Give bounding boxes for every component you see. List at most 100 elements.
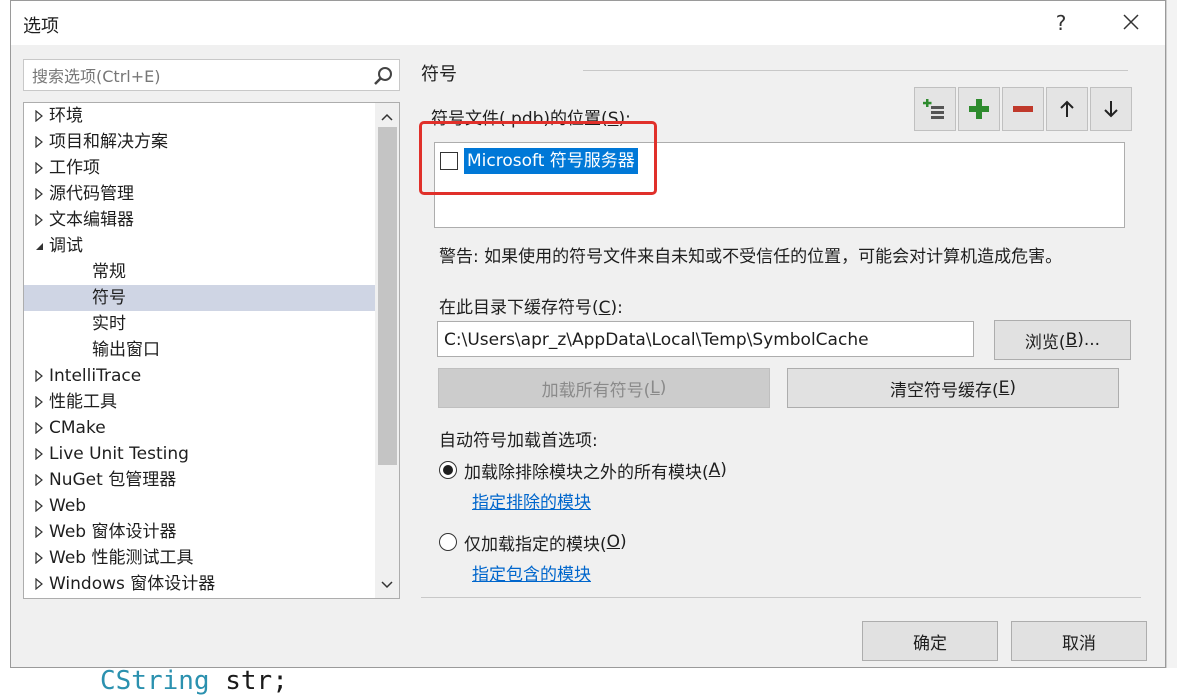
collapsed-arrow-icon[interactable] bbox=[32, 415, 46, 441]
footer-divider bbox=[421, 597, 1141, 598]
collapsed-arrow-icon[interactable] bbox=[32, 181, 46, 207]
scroll-thumb[interactable] bbox=[378, 127, 397, 465]
search-icon[interactable] bbox=[373, 66, 393, 86]
move-down-button[interactable] bbox=[1090, 87, 1132, 131]
search-box[interactable] bbox=[23, 59, 400, 91]
help-button[interactable]: ? bbox=[1041, 7, 1081, 39]
close-icon bbox=[1123, 14, 1139, 30]
section-divider bbox=[583, 70, 1128, 71]
warning-text: 警告: 如果使用的符号文件来自未知或不受信任的位置，可能会对计算机造成危害。 bbox=[439, 247, 1063, 267]
radio-button[interactable] bbox=[439, 461, 457, 479]
plus-icon bbox=[969, 99, 989, 119]
tree-item[interactable]: IntelliTrace bbox=[24, 363, 376, 389]
cancel-button[interactable]: 取消 bbox=[1011, 621, 1147, 661]
cache-directory-input[interactable] bbox=[442, 323, 974, 357]
options-dialog: 选项 ? Windows 窗体设计器 Web 性能测试工具 Web 窗体设计器 Web… bbox=[10, 0, 1166, 668]
collapsed-arrow-icon[interactable] bbox=[32, 363, 46, 389]
remove-button[interactable] bbox=[1002, 87, 1044, 131]
options-tree[interactable]: Windows 窗体设计器 Web 性能测试工具 Web 窗体设计器 Web NuGet… bbox=[23, 102, 400, 599]
tree-item-label: 环境 bbox=[49, 106, 83, 126]
tree-item-label: CMake bbox=[49, 418, 106, 438]
collapsed-arrow-icon[interactable] bbox=[32, 493, 46, 519]
tree-item[interactable]: Web 性能测试工具 bbox=[24, 545, 376, 571]
add-button[interactable] bbox=[958, 87, 1000, 131]
tree-item[interactable]: Web 窗体设计器 bbox=[24, 519, 376, 545]
arrow-down-icon bbox=[1104, 101, 1118, 118]
collapsed-arrow-icon[interactable] bbox=[32, 467, 46, 493]
collapsed-arrow-icon[interactable] bbox=[32, 389, 46, 415]
title-bar: 选项 ? bbox=[11, 1, 1165, 45]
collapsed-arrow-icon[interactable] bbox=[32, 155, 46, 181]
specify-included-modules-link[interactable]: 指定包含的模块 bbox=[472, 560, 591, 585]
close-button[interactable] bbox=[1111, 7, 1151, 39]
collapsed-arrow-icon[interactable] bbox=[32, 207, 46, 233]
tree-item-label: Web bbox=[49, 496, 87, 516]
tree-item[interactable]: 文本编辑器 bbox=[24, 207, 376, 233]
collapsed-arrow-icon[interactable] bbox=[32, 571, 46, 597]
section-title: 符号 bbox=[421, 64, 457, 85]
tree-item-label: NuGet 包管理器 bbox=[49, 470, 177, 490]
tree-item[interactable]: 环境 bbox=[24, 103, 376, 129]
radio-load-only-specified[interactable]: 仅加载指定的模块(O) bbox=[439, 529, 627, 555]
tree-item[interactable]: 调试 bbox=[24, 233, 376, 259]
annotation-highlight-box bbox=[419, 121, 657, 195]
scroll-up-button[interactable] bbox=[375, 105, 399, 129]
tree-item[interactable]: 实时 bbox=[24, 311, 376, 337]
search-input[interactable] bbox=[30, 61, 364, 91]
load-all-symbols-button[interactable]: 加载所有符号(L) bbox=[438, 368, 770, 408]
collapsed-arrow-icon[interactable] bbox=[32, 519, 46, 545]
tree-item[interactable]: 输出窗口 bbox=[24, 337, 376, 363]
radio-load-all-except-excluded[interactable]: 加载除排除模块之外的所有模块(A) bbox=[439, 457, 727, 483]
tree-item[interactable]: Web bbox=[24, 493, 376, 519]
browse-button[interactable]: 浏览(B)... bbox=[994, 320, 1131, 360]
collapsed-arrow-icon[interactable] bbox=[32, 545, 46, 571]
collapsed-arrow-icon[interactable] bbox=[32, 129, 46, 155]
tree-item[interactable]: CMake bbox=[24, 415, 376, 441]
tree-item-label: 实时 bbox=[92, 314, 126, 334]
tree-item-label: 源代码管理 bbox=[49, 184, 134, 204]
minus-icon bbox=[1013, 106, 1033, 112]
move-up-button[interactable] bbox=[1046, 87, 1088, 131]
tree-item[interactable]: 常规 bbox=[24, 259, 376, 285]
tree-item-label: 常规 bbox=[92, 262, 126, 282]
clear-symbol-cache-button[interactable]: 清空符号缓存(E) bbox=[787, 368, 1119, 408]
tree-item-label: IntelliTrace bbox=[49, 366, 142, 386]
ok-button[interactable]: 确定 bbox=[862, 621, 998, 661]
tree-item-label: 调试 bbox=[49, 236, 83, 256]
expanded-arrow-icon[interactable] bbox=[32, 233, 46, 259]
tree-item-label: Live Unit Testing bbox=[49, 444, 189, 464]
tree-item-label: 输出窗口 bbox=[92, 340, 160, 360]
tree-item[interactable]: Live Unit Testing bbox=[24, 441, 376, 467]
add-location-button[interactable] bbox=[914, 87, 956, 131]
background-editor-edge bbox=[1166, 0, 1177, 693]
cache-directory-label: 在此目录下缓存符号(C): bbox=[439, 298, 623, 318]
tree-item-label: 性能工具 bbox=[49, 392, 117, 412]
tree-item[interactable]: 源代码管理 bbox=[24, 181, 376, 207]
collapsed-arrow-icon[interactable] bbox=[32, 103, 46, 129]
specify-excluded-modules-link[interactable]: 指定排除的模块 bbox=[472, 488, 591, 513]
arrow-up-icon bbox=[1060, 100, 1074, 117]
cache-directory-field[interactable] bbox=[437, 321, 974, 357]
tree-item[interactable]: 项目和解决方案 bbox=[24, 129, 376, 155]
chevron-down-icon bbox=[381, 581, 393, 589]
tree-item[interactable]: 工作项 bbox=[24, 155, 376, 181]
tree-item-label: 文本编辑器 bbox=[49, 210, 134, 230]
add-location-icon bbox=[923, 99, 944, 119]
tree-item-label: Windows 窗体设计器 bbox=[49, 574, 216, 594]
scroll-down-button[interactable] bbox=[375, 573, 399, 597]
tree-item[interactable]: Windows 窗体设计器 bbox=[24, 571, 376, 597]
radio-selected-dot bbox=[443, 465, 453, 475]
tree-item[interactable]: 性能工具 bbox=[24, 389, 376, 415]
tree-item-label: Web 性能测试工具 bbox=[49, 548, 194, 568]
tree-item-label: Web 窗体设计器 bbox=[49, 522, 177, 542]
chevron-up-icon bbox=[381, 113, 393, 121]
dialog-title: 选项 bbox=[23, 16, 59, 37]
radio-button[interactable] bbox=[439, 533, 457, 551]
tree-scrollbar[interactable] bbox=[375, 103, 399, 598]
auto-load-label: 自动符号加载首选项: bbox=[439, 431, 598, 451]
tree-item-label: 工作项 bbox=[49, 158, 100, 178]
collapsed-arrow-icon[interactable] bbox=[32, 441, 46, 467]
tree-item-label: 项目和解决方案 bbox=[49, 132, 168, 152]
tree-item[interactable]: 符号 bbox=[24, 285, 376, 311]
tree-item[interactable]: NuGet 包管理器 bbox=[24, 467, 376, 493]
